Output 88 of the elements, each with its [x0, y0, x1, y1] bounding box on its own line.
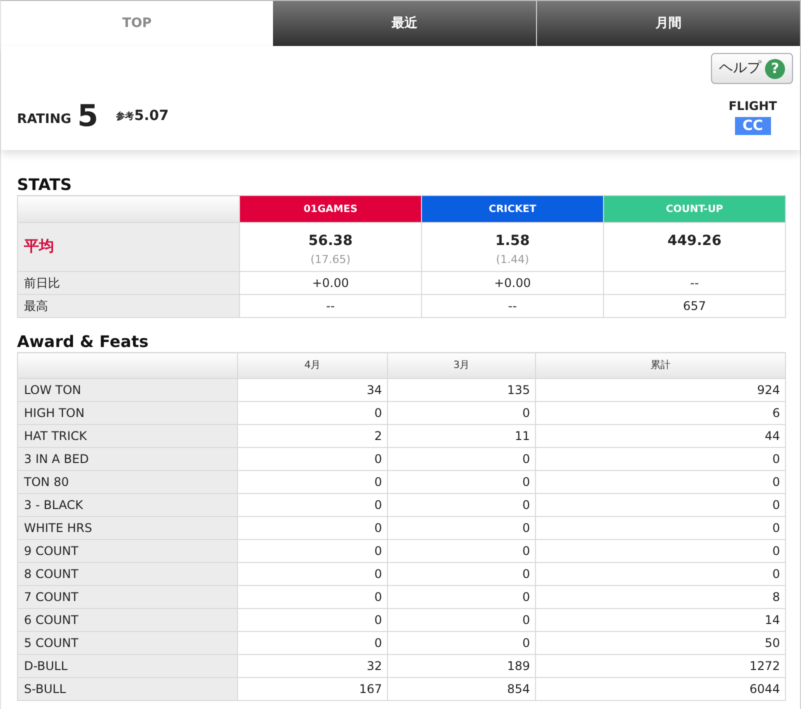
table-cell: 0: [388, 586, 536, 608]
table-cell: 8: [536, 586, 786, 608]
section-title: Award & Feats: [17, 332, 150, 352]
table-cell: 34: [238, 378, 388, 402]
help-icon: ?: [765, 58, 785, 78]
average-value: 56.38: [307, 232, 354, 250]
table-cell: 0: [536, 540, 786, 562]
table-cell: 0: [238, 540, 388, 562]
row-label: TON 80: [18, 470, 238, 494]
column-header: 3月: [388, 352, 536, 378]
table-cell: 0: [536, 494, 786, 516]
column-header: 4月: [238, 352, 388, 378]
table-cell: 0: [536, 470, 786, 494]
table-cell: 854: [388, 678, 536, 700]
row-label: 8 COUNT: [18, 562, 238, 586]
row-label: 3 IN A BED: [18, 448, 238, 470]
table-cell: +0.00: [240, 272, 422, 294]
table-cell: 0: [536, 516, 786, 540]
table-cell: 0: [238, 632, 388, 654]
table-cell: 0: [536, 448, 786, 470]
table-cell: 0: [536, 562, 786, 586]
row-label: D-BULL: [18, 654, 238, 678]
table-cell: 0: [238, 494, 388, 516]
table-cell: 0: [388, 516, 536, 540]
table-cell: 0: [388, 402, 536, 424]
table-cell: 0: [388, 494, 536, 516]
table-cell: --: [240, 294, 422, 318]
table-cell: 167: [238, 678, 388, 700]
average-label: 平均: [18, 222, 240, 272]
rating-label: RATING: [17, 111, 72, 130]
table-cell: 0: [388, 470, 536, 494]
table-cell: 0: [388, 562, 536, 586]
table-cell: 14: [536, 608, 786, 632]
row-label: 前日比: [18, 272, 240, 294]
table-cell: 0: [238, 402, 388, 424]
table-cell: +0.00: [422, 272, 604, 294]
table-cell: 6044: [536, 678, 786, 700]
row-label: HAT TRICK: [18, 424, 238, 448]
average-sub-value: (17.65): [309, 253, 352, 267]
reference-value: 5.07: [134, 106, 169, 126]
table-cell: 6: [536, 402, 786, 424]
table-cell: 1272: [536, 654, 786, 678]
row-label: 最高: [18, 294, 240, 318]
table-cell: 0: [388, 540, 536, 562]
tab[interactable]: 最近: [273, 1, 536, 46]
row-label: 9 COUNT: [18, 540, 238, 562]
table-cell: --: [604, 272, 786, 294]
reference-label: 参考: [116, 111, 134, 124]
table-cell: --: [422, 294, 604, 318]
table-cell: 32: [238, 654, 388, 678]
table-cell: 0: [388, 448, 536, 470]
column-header: 累計: [536, 352, 786, 378]
row-label: 7 COUNT: [18, 586, 238, 608]
row-label: WHITE HRS: [18, 516, 238, 540]
table-cell: 50: [536, 632, 786, 654]
table-cell: 2: [238, 424, 388, 448]
table-cell: 0: [238, 608, 388, 632]
row-label: 5 COUNT: [18, 632, 238, 654]
game-column-header: COUNT-UP: [604, 196, 786, 222]
flight-class-badge: CC: [734, 117, 771, 135]
table-cell: 44: [536, 424, 786, 448]
row-label: S-BULL: [18, 678, 238, 700]
row-label: 3 - BLACK: [18, 494, 238, 516]
table-cell: 0: [238, 586, 388, 608]
flight-label: FLIGHT: [728, 99, 777, 113]
table-cell: 0: [238, 448, 388, 470]
table-cell: 11: [388, 424, 536, 448]
table-cell: 924: [536, 378, 786, 402]
row-label: HIGH TON: [18, 402, 238, 424]
table-cell: 189: [388, 654, 536, 678]
row-label: 6 COUNT: [18, 608, 238, 632]
section-title: STATS: [17, 175, 73, 195]
average-value: 1.58: [494, 232, 531, 250]
table-cell: 0: [388, 632, 536, 654]
average-value: 449.26: [666, 232, 723, 250]
help-button[interactable]: ヘルプ ?: [711, 53, 793, 84]
game-column-header: 01GAMES: [240, 196, 422, 222]
table-cell: 0: [238, 562, 388, 586]
table-cell: 0: [388, 608, 536, 632]
game-column-header: CRICKET: [422, 196, 604, 222]
tab[interactable]: 月間: [536, 1, 800, 46]
rating-value: 5: [77, 101, 98, 133]
table-cell: 0: [238, 516, 388, 540]
table-cell: 657: [604, 294, 786, 318]
table-cell: 135: [388, 378, 536, 402]
table-cell: 0: [238, 470, 388, 494]
row-label: LOW TON: [18, 378, 238, 402]
average-sub-value: (1.44): [494, 253, 530, 267]
